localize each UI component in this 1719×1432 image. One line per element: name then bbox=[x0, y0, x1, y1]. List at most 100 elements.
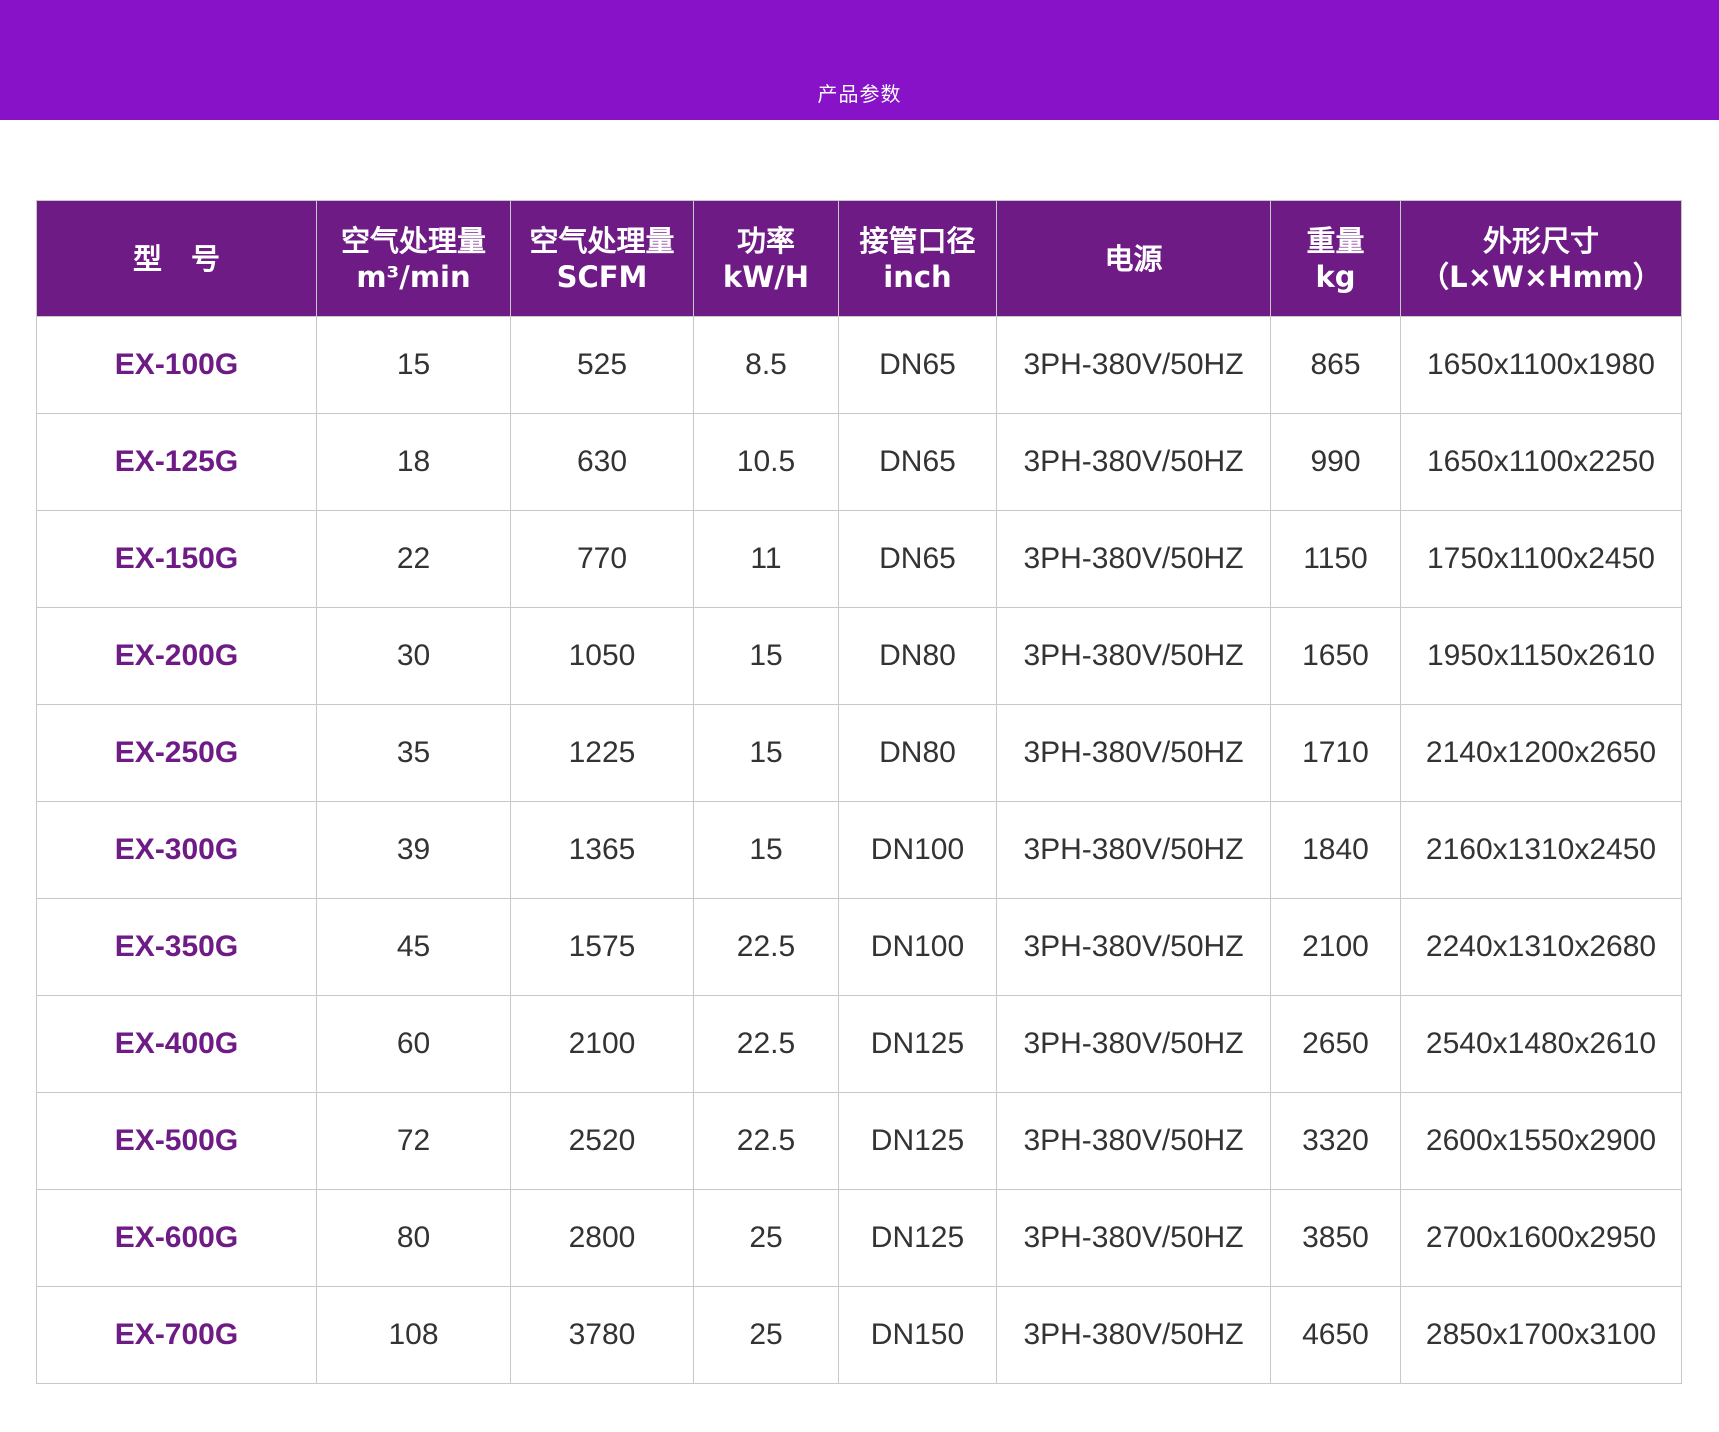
dimensions-cell: 2700x1600x2950 bbox=[1400, 1189, 1682, 1287]
weight-cell: 1840 bbox=[1270, 801, 1401, 899]
model-cell: EX-500G bbox=[36, 1092, 317, 1190]
pipe-size-cell: DN65 bbox=[838, 413, 997, 511]
header-unit: kg bbox=[1315, 259, 1356, 294]
air-flow-m3-cell: 60 bbox=[316, 995, 511, 1093]
weight-cell: 1150 bbox=[1270, 510, 1401, 608]
header-label: 电源 bbox=[1104, 241, 1163, 276]
model-cell: EX-300G bbox=[36, 801, 317, 899]
model-cell: EX-700G bbox=[36, 1286, 317, 1384]
power-cell: 25 bbox=[693, 1286, 839, 1384]
header-unit: SCFM bbox=[556, 259, 648, 294]
dimensions-cell: 2600x1550x2900 bbox=[1400, 1092, 1682, 1190]
dimensions-cell: 1650x1100x1980 bbox=[1400, 316, 1682, 414]
pipe-size-cell: DN150 bbox=[838, 1286, 997, 1384]
pipe-size-cell: DN100 bbox=[838, 898, 997, 996]
weight-cell: 3850 bbox=[1270, 1189, 1401, 1287]
model-cell: EX-200G bbox=[36, 607, 317, 705]
power-supply-cell: 3PH-380V/50HZ bbox=[996, 510, 1271, 608]
header-unit: inch bbox=[883, 259, 952, 294]
table-row: EX-300G 39 1365 15 DN100 3PH-380V/50HZ 1840 216… bbox=[36, 801, 1682, 899]
header-label: 型 号 bbox=[132, 241, 220, 276]
power-cell: 8.5 bbox=[693, 316, 839, 414]
header-model: 型 号 bbox=[36, 200, 317, 317]
weight-cell: 1650 bbox=[1270, 607, 1401, 705]
header-label: 空气处理量 bbox=[529, 223, 675, 258]
dimensions-cell: 2540x1480x2610 bbox=[1400, 995, 1682, 1093]
air-flow-m3-cell: 30 bbox=[316, 607, 511, 705]
power-supply-cell: 3PH-380V/50HZ bbox=[996, 1286, 1271, 1384]
header-label: 接管口径 bbox=[859, 223, 976, 258]
air-flow-scfm-cell: 525 bbox=[510, 316, 694, 414]
model-cell: EX-150G bbox=[36, 510, 317, 608]
air-flow-scfm-cell: 3780 bbox=[510, 1286, 694, 1384]
header-unit: kW/H bbox=[722, 259, 810, 294]
power-cell: 15 bbox=[693, 607, 839, 705]
air-flow-m3-cell: 108 bbox=[316, 1286, 511, 1384]
weight-cell: 990 bbox=[1270, 413, 1401, 511]
power-cell: 22.5 bbox=[693, 1092, 839, 1190]
table-body: EX-100G 15 525 8.5 DN65 3PH-380V/50HZ 865 1650x… bbox=[36, 316, 1682, 1384]
dimensions-cell: 2240x1310x2680 bbox=[1400, 898, 1682, 996]
weight-cell: 2100 bbox=[1270, 898, 1401, 996]
top-banner: 产品参数 bbox=[0, 0, 1719, 120]
air-flow-scfm-cell: 1225 bbox=[510, 704, 694, 802]
air-flow-m3-cell: 35 bbox=[316, 704, 511, 802]
power-supply-cell: 3PH-380V/50HZ bbox=[996, 801, 1271, 899]
header-power: 功率 kW/H bbox=[693, 200, 839, 317]
air-flow-scfm-cell: 1365 bbox=[510, 801, 694, 899]
header-row: 型 号空气处理量 m³/min 空气处理量 SCFM 功率 kW/H 接管口径 inch 电源重… bbox=[36, 200, 1682, 317]
header-label: 外形尺寸 bbox=[1482, 223, 1599, 258]
dimensions-cell: 2850x1700x3100 bbox=[1400, 1286, 1682, 1384]
table-header: 型 号空气处理量 m³/min 空气处理量 SCFM 功率 kW/H 接管口径 inch 电源重… bbox=[36, 200, 1682, 317]
air-flow-m3-cell: 72 bbox=[316, 1092, 511, 1190]
header-dimensions: 外形尺寸 （L×W×Hmm） bbox=[1400, 200, 1682, 317]
power-cell: 22.5 bbox=[693, 995, 839, 1093]
pipe-size-cell: DN100 bbox=[838, 801, 997, 899]
pipe-size-cell: DN80 bbox=[838, 704, 997, 802]
model-cell: EX-600G bbox=[36, 1189, 317, 1287]
pipe-size-cell: DN125 bbox=[838, 1092, 997, 1190]
header-unit: m³/min bbox=[356, 259, 471, 294]
header-air-flow-scfm: 空气处理量 SCFM bbox=[510, 200, 694, 317]
power-supply-cell: 3PH-380V/50HZ bbox=[996, 898, 1271, 996]
air-flow-scfm-cell: 1575 bbox=[510, 898, 694, 996]
weight-cell: 4650 bbox=[1270, 1286, 1401, 1384]
page-title: 产品参数 bbox=[817, 82, 902, 106]
dimensions-cell: 1950x1150x2610 bbox=[1400, 607, 1682, 705]
air-flow-scfm-cell: 1050 bbox=[510, 607, 694, 705]
power-cell: 15 bbox=[693, 801, 839, 899]
table-row: EX-500G 72 2520 22.5 DN125 3PH-380V/50HZ 3320 2… bbox=[36, 1092, 1682, 1190]
header-unit: （L×W×Hmm） bbox=[1420, 259, 1662, 294]
table-row: EX-700G 108 3780 25 DN150 3PH-380V/50HZ 4650 28… bbox=[36, 1286, 1682, 1384]
air-flow-m3-cell: 39 bbox=[316, 801, 511, 899]
pipe-size-cell: DN125 bbox=[838, 1189, 997, 1287]
air-flow-scfm-cell: 2800 bbox=[510, 1189, 694, 1287]
air-flow-scfm-cell: 630 bbox=[510, 413, 694, 511]
air-flow-m3-cell: 80 bbox=[316, 1189, 511, 1287]
header-power-supply: 电源 bbox=[996, 200, 1271, 317]
weight-cell: 2650 bbox=[1270, 995, 1401, 1093]
header-air-flow-m3: 空气处理量 m³/min bbox=[316, 200, 511, 317]
pipe-size-cell: DN65 bbox=[838, 510, 997, 608]
air-flow-m3-cell: 22 bbox=[316, 510, 511, 608]
table-row: EX-125G 18 630 10.5 DN65 3PH-380V/50HZ 990 1650… bbox=[36, 413, 1682, 511]
air-flow-scfm-cell: 2100 bbox=[510, 995, 694, 1093]
power-cell: 15 bbox=[693, 704, 839, 802]
table-row: EX-200G 30 1050 15 DN80 3PH-380V/50HZ 1650 1950… bbox=[36, 607, 1682, 705]
power-cell: 25 bbox=[693, 1189, 839, 1287]
weight-cell: 1710 bbox=[1270, 704, 1401, 802]
table-row: EX-350G 45 1575 22.5 DN100 3PH-380V/50HZ 2100 2… bbox=[36, 898, 1682, 996]
dimensions-cell: 2140x1200x2650 bbox=[1400, 704, 1682, 802]
model-cell: EX-350G bbox=[36, 898, 317, 996]
power-supply-cell: 3PH-380V/50HZ bbox=[996, 995, 1271, 1093]
air-flow-scfm-cell: 770 bbox=[510, 510, 694, 608]
power-supply-cell: 3PH-380V/50HZ bbox=[996, 413, 1271, 511]
air-flow-m3-cell: 18 bbox=[316, 413, 511, 511]
dimensions-cell: 2160x1310x2450 bbox=[1400, 801, 1682, 899]
power-cell: 22.5 bbox=[693, 898, 839, 996]
air-flow-m3-cell: 15 bbox=[316, 316, 511, 414]
header-label: 功率 bbox=[736, 223, 795, 258]
table-row: EX-150G 22 770 11 DN65 3PH-380V/50HZ 1150 1750x… bbox=[36, 510, 1682, 608]
dimensions-cell: 1750x1100x2450 bbox=[1400, 510, 1682, 608]
table-row: EX-100G 15 525 8.5 DN65 3PH-380V/50HZ 865 1650x… bbox=[36, 316, 1682, 414]
